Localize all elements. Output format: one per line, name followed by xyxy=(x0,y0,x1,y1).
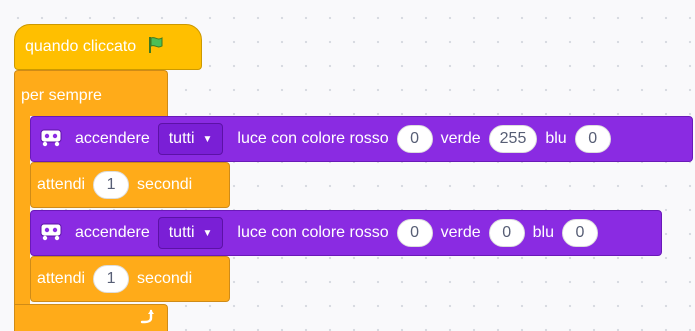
wait-label: attendi xyxy=(37,270,86,287)
forever-block[interactable]: per sempre xyxy=(14,70,168,116)
forever-block-bottom[interactable] xyxy=(14,304,168,331)
wait-seconds-block[interactable]: attendi 1 secondi xyxy=(30,256,230,302)
blue-text: blu xyxy=(532,224,554,241)
wait-unit: secondi xyxy=(137,270,193,287)
chevron-down-icon: ▼ xyxy=(202,133,213,145)
red-input[interactable]: 0 xyxy=(396,219,433,247)
target-value: tutti xyxy=(168,224,195,241)
event-label: quando cliccato xyxy=(25,38,137,55)
wait-seconds-block[interactable]: attendi 1 secondi xyxy=(30,162,230,208)
blue-input[interactable]: 0 xyxy=(574,125,611,153)
green-input[interactable]: 0 xyxy=(488,219,525,247)
blue-input[interactable]: 0 xyxy=(562,219,598,247)
forever-label: per sempre xyxy=(21,87,102,104)
light-label: accendere xyxy=(75,130,150,147)
red-input[interactable]: 0 xyxy=(396,125,433,153)
blue-text: blu xyxy=(545,130,567,147)
green-text: verde xyxy=(440,224,481,241)
green-input[interactable]: 255 xyxy=(488,125,538,153)
wait-label: attendi xyxy=(37,176,86,193)
set-light-color-block[interactable]: accendere tutti ▼ luce con colore rosso … xyxy=(30,116,693,162)
when-flag-clicked-block[interactable]: quando cliccato xyxy=(14,24,202,70)
green-flag-icon xyxy=(146,35,166,60)
green-text: verde xyxy=(440,130,481,147)
light-color-text: luce con colore rosso xyxy=(237,224,389,241)
target-value: tutti xyxy=(168,130,195,147)
light-color-text: luce con colore rosso xyxy=(237,130,389,147)
robot-extension-icon xyxy=(39,127,65,152)
target-dropdown[interactable]: tutti ▼ xyxy=(157,217,224,249)
set-light-color-block[interactable]: accendere tutti ▼ luce con colore rosso … xyxy=(30,210,662,256)
target-dropdown[interactable]: tutti ▼ xyxy=(157,123,224,155)
robot-extension-icon xyxy=(39,221,65,246)
wait-seconds-input[interactable]: 1 xyxy=(93,171,130,199)
forever-block-arm xyxy=(14,114,30,308)
loop-arrow-icon xyxy=(139,308,157,331)
light-label: accendere xyxy=(75,224,150,241)
wait-unit: secondi xyxy=(137,176,193,193)
chevron-down-icon: ▼ xyxy=(202,227,213,239)
wait-seconds-input[interactable]: 1 xyxy=(93,265,130,293)
